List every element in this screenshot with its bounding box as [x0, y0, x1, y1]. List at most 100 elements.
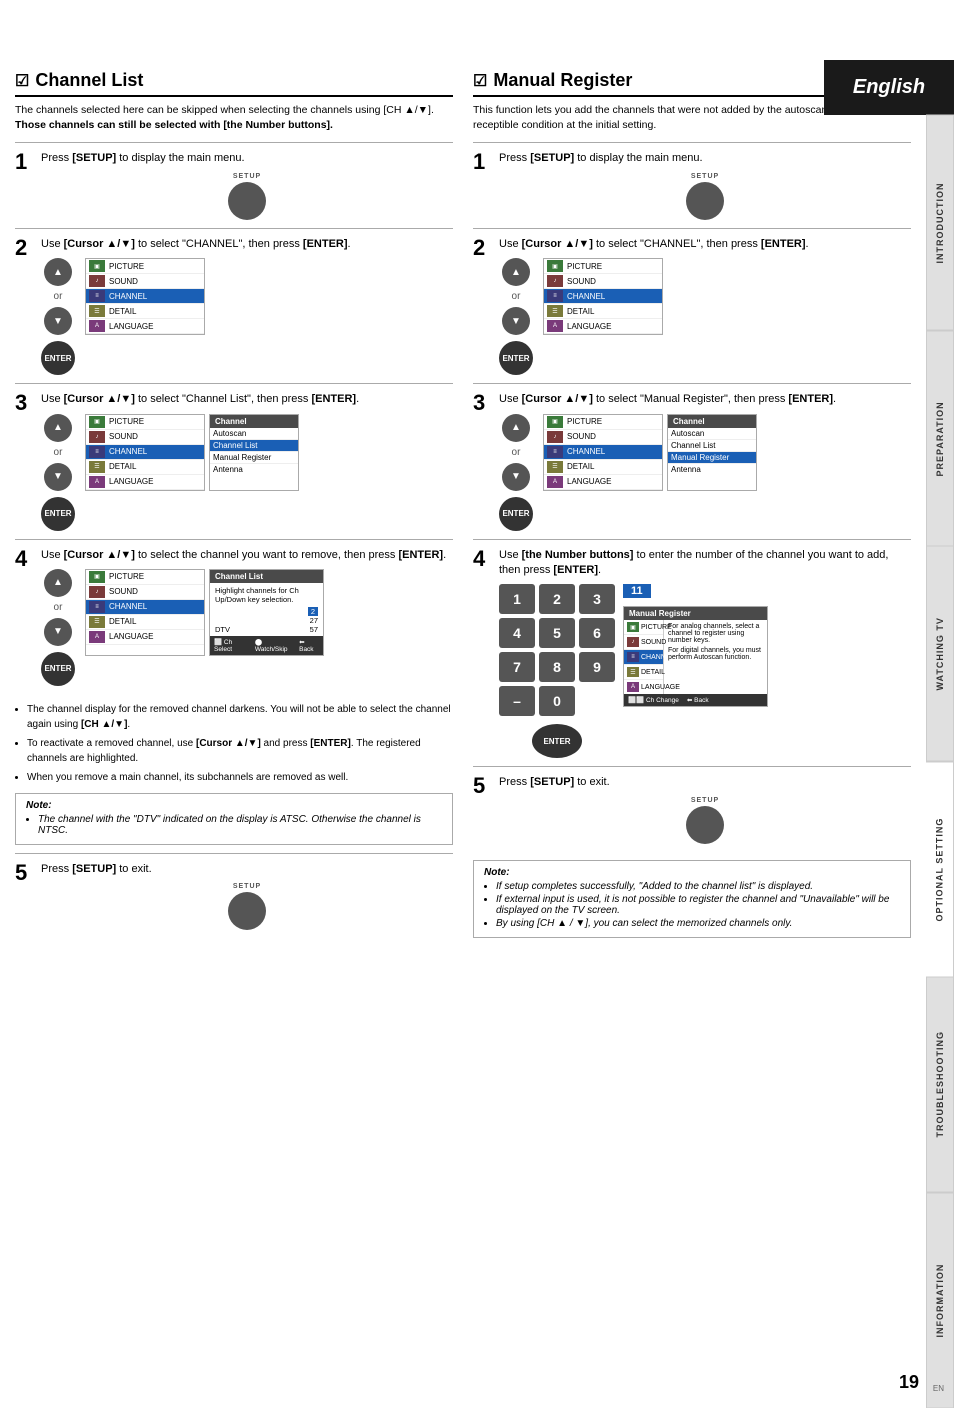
bullet-1: The channel display for the removed chan… [27, 702, 453, 732]
bullet-2: To reactivate a removed channel, use [Cu… [27, 736, 453, 766]
enter-btn: ENTER [41, 341, 75, 375]
main-menu-mock2: ▣PICTURE ♪SOUND ≡CHANNEL ☰DETAIL ALANGUA… [85, 569, 205, 656]
menu-channel: ≡ CHANNEL [86, 289, 204, 304]
channel-list-bullets: The channel display for the removed chan… [15, 702, 453, 785]
number-keypad: 1 2 3 4 5 6 7 8 9 [499, 584, 615, 758]
enter-btn4: ENTER [499, 341, 533, 375]
step4-right-illus: 1 2 3 4 5 6 7 8 9 [499, 584, 911, 758]
page-number: 19 [899, 1372, 919, 1393]
channel-list-mock: Channel List Highlight channels for Ch U… [209, 569, 324, 656]
num-5: 5 [539, 618, 575, 648]
up-arrow-btn3: ▲ [44, 569, 72, 597]
step4-menus: ▣PICTURE ♪SOUND ≡CHANNEL ☰DETAIL ALANGUA… [85, 569, 324, 656]
num-1: 1 [499, 584, 535, 614]
checkmark-icon2: ☑ [473, 71, 487, 91]
manual-register-section: ☑ Manual Register This function lets you… [473, 70, 911, 946]
tab-troubleshooting: TROUBLESHOOTING [926, 977, 954, 1193]
enter-btn3: ENTER [41, 652, 75, 686]
right-step-2: 2 Use [Cursor ▲/▼] to select "CHANNEL", … [473, 228, 911, 383]
picture-icon: ▣ [89, 260, 105, 272]
down-arrow-btn5: ▼ [502, 463, 530, 491]
menu-picture: ▣ PICTURE [86, 259, 204, 274]
up-arrow-btn2: ▲ [44, 414, 72, 442]
left-step-3: 3 Use [Cursor ▲/▼] to select "Channel Li… [15, 383, 453, 538]
right-step-3: 3 Use [Cursor ▲/▼] to select "Manual Reg… [473, 383, 911, 538]
menu-sound: ♪ SOUND [86, 274, 204, 289]
left-step-5: 5 Press [SETUP] to exit. SETUP [15, 853, 453, 938]
right-step-4: 4 Use [the Number buttons] to enter the … [473, 539, 911, 767]
left-step-2: 2 Use [Cursor ▲/▼] to select "CHANNEL", … [15, 228, 453, 383]
enter-btn5: ENTER [499, 497, 533, 531]
tab-optional-setting: OPTIONAL SETTING [926, 762, 954, 978]
menu-language: A LANGUAGE [86, 319, 204, 334]
step2-left-illus: ▲ or ▼ ENTER ▣ PICTURE ♪ SOUND [41, 258, 453, 375]
channel-submenu-right: Channel Autoscan Channel List Manual Reg… [667, 414, 757, 491]
bullet-3: When you remove a main channel, its subc… [27, 770, 453, 785]
num-2: 2 [539, 584, 575, 614]
down-arrow-btn4: ▼ [502, 307, 530, 335]
language-label: English [853, 76, 925, 99]
step5-right-illus: SETUP [499, 797, 911, 844]
num-8: 8 [539, 652, 575, 682]
step5-left-illus: SETUP [41, 883, 453, 930]
down-arrow-btn: ▼ [44, 307, 72, 335]
step3-right-menus: ▣PICTURE ♪SOUND ≡CHANNEL ☰DETAIL ALANGUA… [543, 414, 757, 491]
main-content: ☑ Channel List The channels selected her… [0, 60, 926, 956]
left-step-1: 1 Press [SETUP] to display the main menu… [15, 142, 453, 227]
step4-left-illus: ▲ or ▼ ENTER ▣PICTURE ♪SOUND ≡CHANNEL ☰D… [41, 569, 453, 686]
cursor-buttons: ▲ or ▼ ENTER [41, 258, 75, 375]
step2-right-illus: ▲ or ▼ ENTER ▣PICTURE ♪SOUND ≡CHANNEL ☰D… [499, 258, 911, 375]
num-0: 0 [539, 686, 575, 716]
channel-list-desc: The channels selected here can be skippe… [15, 103, 453, 132]
num-9: 9 [579, 652, 615, 682]
num-dash: – [499, 686, 535, 716]
num-7: 7 [499, 652, 535, 682]
sound-icon: ♪ [89, 275, 105, 287]
num-6: 6 [579, 618, 615, 648]
up-arrow-btn4: ▲ [502, 258, 530, 286]
language-icon: A [89, 320, 105, 332]
right-menu-mock: ▣PICTURE ♪SOUND ≡CHANNEL ☰DETAIL ALANGUA… [543, 258, 663, 335]
step3-menus: ▣PICTURE ♪SOUND ≡CHANNEL ☰DETAIL [85, 414, 299, 491]
enter-btn6: ENTER [532, 724, 582, 758]
tab-introduction: INTRODUCTION [926, 115, 954, 331]
channel-menu-mock: ▣ PICTURE ♪ SOUND ≡ CHANNEL ☰ [85, 258, 205, 335]
setup-button-icon3 [686, 182, 724, 220]
main-menu-mock: ▣PICTURE ♪SOUND ≡CHANNEL ☰DETAIL [85, 414, 205, 491]
channel-list-note: Note: The channel with the "DTV" indicat… [15, 793, 453, 845]
channel-icon: ≡ [89, 290, 105, 302]
channel-list-title: ☑ Channel List [15, 70, 453, 97]
step3-right-illus: ▲ or ▼ ENTER ▣PICTURE ♪SOUND ≡CHANNEL ☰D… [499, 414, 911, 531]
manual-reg-mock: Manual Register ▣PICTURE ♪SOUND ≡CHANNEL… [623, 606, 768, 707]
right-step-1: 1 Press [SETUP] to display the main menu… [473, 142, 911, 227]
step1-left-illus: SETUP [41, 173, 453, 220]
detail-icon: ☰ [89, 305, 105, 317]
num-3: 3 [579, 584, 615, 614]
page-en-label: EN [933, 1384, 944, 1393]
tab-watching-tv: WATCHING TV [926, 546, 954, 762]
menu-detail: ☰ DETAIL [86, 304, 204, 319]
up-arrow-btn: ▲ [44, 258, 72, 286]
checkmark-icon: ☑ [15, 71, 29, 91]
language-bar: English [824, 60, 954, 115]
up-arrow-btn5: ▲ [502, 414, 530, 442]
down-arrow-btn3: ▼ [44, 618, 72, 646]
step1-right-illus: SETUP [499, 173, 911, 220]
setup-button-icon [228, 182, 266, 220]
enter-btn2: ENTER [41, 497, 75, 531]
step3-left-illus: ▲ or ▼ ENTER ▣PICTURE ♪SOUND [41, 414, 453, 531]
tab-information: INFORMATION [926, 1193, 954, 1408]
section-tabs: INTRODUCTION PREPARATION WATCHING TV OPT… [926, 115, 954, 1408]
manual-reg-area: 11 Manual Register ▣PICTURE ♪SOUND ≡CHAN… [623, 584, 768, 707]
setup-button-icon2 [228, 892, 266, 930]
left-step-4: 4 Use [Cursor ▲/▼] to select the channel… [15, 539, 453, 694]
channel-badge: 11 [623, 584, 651, 598]
right-step-5: 5 Press [SETUP] to exit. SETUP [473, 766, 911, 851]
down-arrow-btn2: ▼ [44, 463, 72, 491]
setup-button-icon4 [686, 806, 724, 844]
channel-submenu: Channel Autoscan Channel List Manual Reg… [209, 414, 299, 491]
manual-reg-note: Note: If setup completes successfully, "… [473, 860, 911, 938]
tab-preparation: PREPARATION [926, 331, 954, 547]
channel-list-section: ☑ Channel List The channels selected her… [15, 70, 453, 946]
num-4: 4 [499, 618, 535, 648]
